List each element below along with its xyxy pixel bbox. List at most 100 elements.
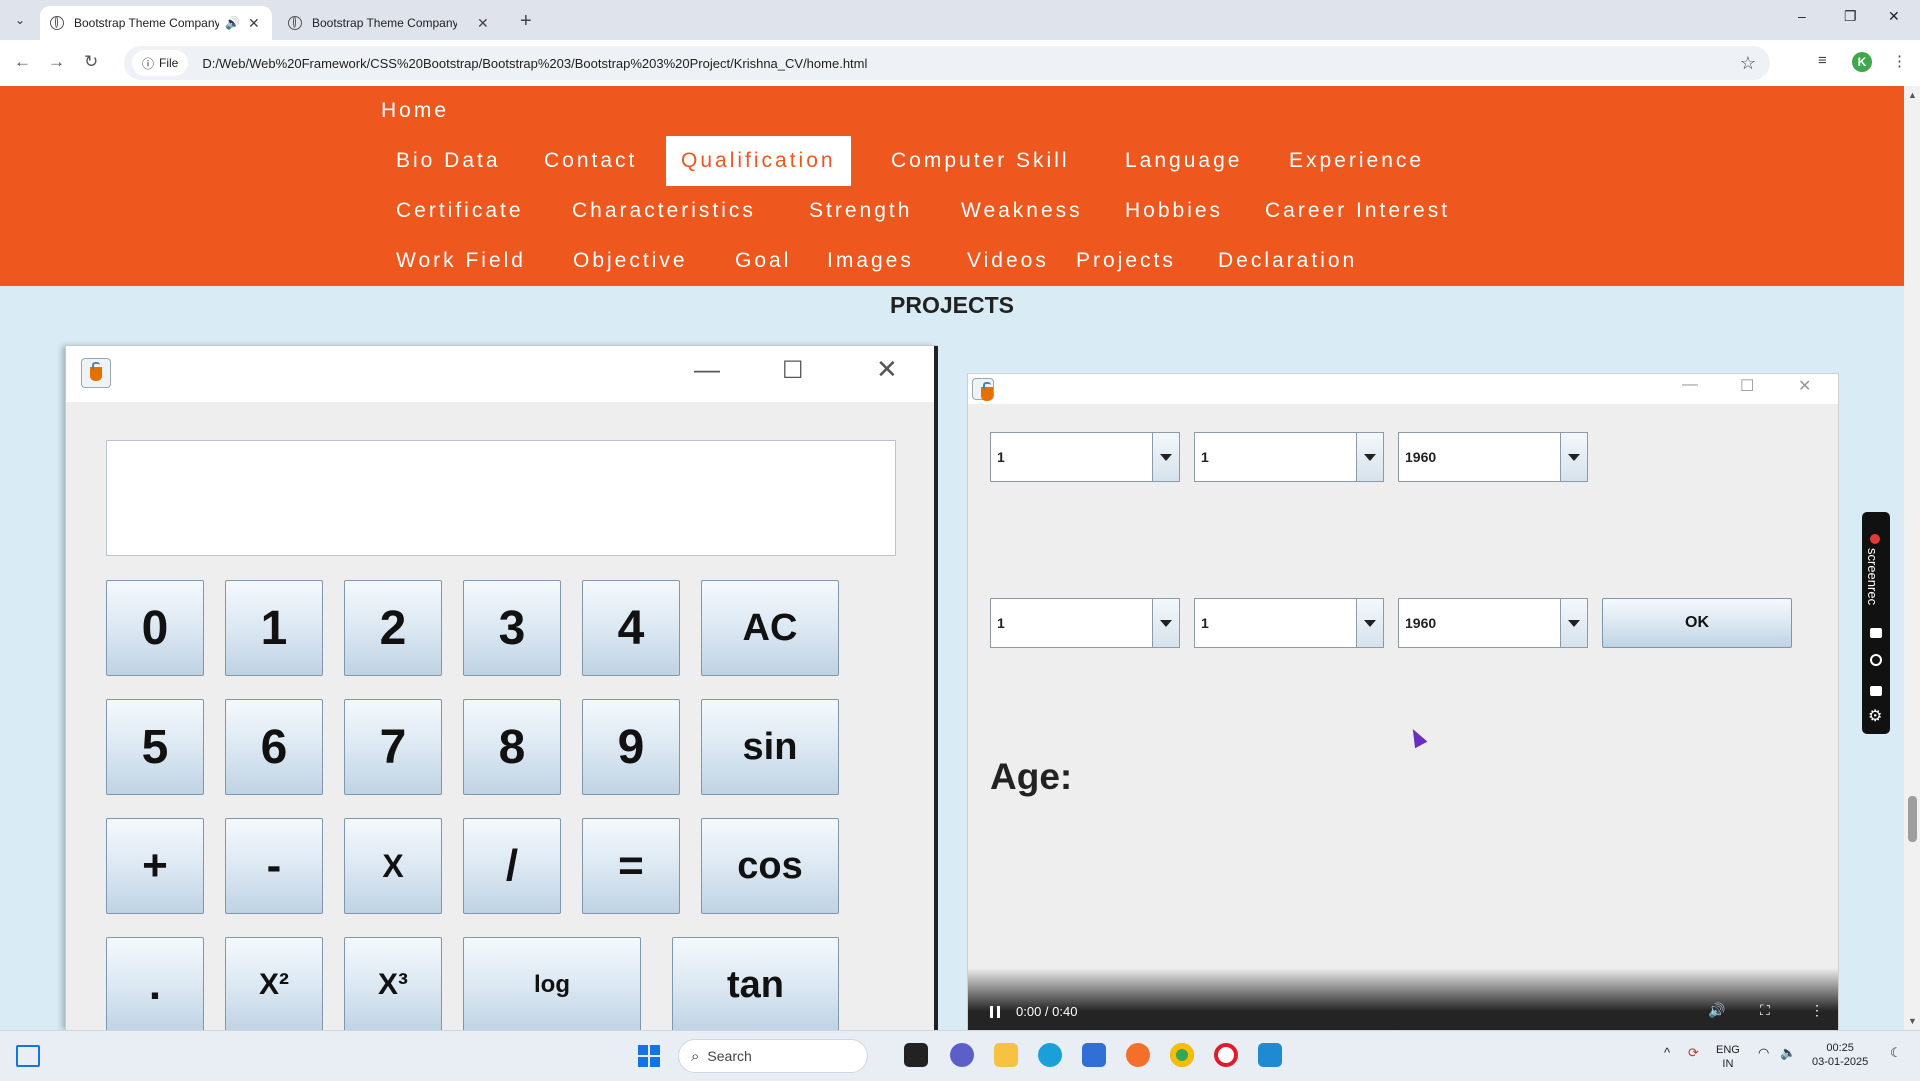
key-3[interactable]: 3 xyxy=(463,580,561,676)
nav-declaration[interactable]: Declaration xyxy=(1203,236,1372,286)
screen-icon[interactable] xyxy=(1870,686,1882,696)
key-square[interactable]: X² xyxy=(225,937,323,1030)
reload-icon[interactable]: ↻ xyxy=(84,52,98,72)
page-scrollbar[interactable]: ▲ ▼ xyxy=(1904,86,1920,1030)
new-tab-button[interactable]: + xyxy=(520,10,532,33)
birth-year-select[interactable]: 1960 xyxy=(1398,432,1588,482)
key-ac[interactable]: AC xyxy=(701,580,839,676)
age-close-icon[interactable]: ✕ xyxy=(1798,376,1811,396)
gear-icon[interactable]: ⚙ xyxy=(1868,706,1882,726)
nav-hobbies[interactable]: Hobbies xyxy=(1110,186,1238,236)
forward-arrow-icon[interactable]: → xyxy=(48,52,65,72)
nav-projects[interactable]: Projects xyxy=(1061,236,1191,286)
key-minus[interactable]: - xyxy=(225,818,323,914)
nav-strength[interactable]: Strength xyxy=(794,186,927,236)
key-divide[interactable]: / xyxy=(463,818,561,914)
key-plus[interactable]: + xyxy=(106,818,204,914)
opera-icon[interactable] xyxy=(1214,1043,1238,1067)
key-log[interactable]: log xyxy=(463,937,641,1030)
key-decimal[interactable]: . xyxy=(106,937,204,1030)
file-explorer-icon[interactable] xyxy=(994,1043,1018,1067)
more-options-icon[interactable]: ⋮ xyxy=(1810,1002,1824,1019)
scroll-down-icon[interactable]: ▼ xyxy=(1908,1016,1917,1026)
task-view-icon[interactable] xyxy=(904,1043,928,1067)
key-multiply[interactable]: X xyxy=(344,818,442,914)
taskbar-search[interactable]: ⌕ Search xyxy=(678,1039,868,1073)
volume-icon[interactable]: 🔈 xyxy=(1780,1045,1796,1061)
birth-day-select[interactable]: 1 xyxy=(990,432,1180,482)
tab-1[interactable]: Bootstrap Theme Company 🔊 ✕ xyxy=(40,6,272,40)
record-icon[interactable] xyxy=(1870,534,1880,544)
calculator-close-icon[interactable]: ✕ xyxy=(876,354,898,385)
scroll-thumb[interactable] xyxy=(1908,796,1917,842)
store-icon[interactable] xyxy=(1082,1043,1106,1067)
key-6[interactable]: 6 xyxy=(225,699,323,795)
site-info-button[interactable]: ⓘ File xyxy=(132,50,189,76)
nav-home[interactable]: Home xyxy=(366,86,464,136)
key-4[interactable]: 4 xyxy=(582,580,680,676)
profile-avatar[interactable]: K xyxy=(1852,52,1872,72)
key-tan[interactable]: tan xyxy=(672,937,839,1030)
language-indicator[interactable]: ENG IN xyxy=(1716,1043,1740,1071)
nav-computer-skill[interactable]: Computer Skill xyxy=(876,136,1085,186)
calculator-display[interactable] xyxy=(106,440,896,556)
chevron-down-icon[interactable] xyxy=(1560,599,1587,647)
key-equals[interactable]: = xyxy=(582,818,680,914)
nav-images[interactable]: Images xyxy=(812,236,929,286)
current-day-select[interactable]: 1 xyxy=(990,598,1180,648)
tab-1-close-icon[interactable]: ✕ xyxy=(248,15,260,32)
nav-career-interest[interactable]: Career Interest xyxy=(1250,186,1465,236)
firefox-icon[interactable] xyxy=(1126,1043,1150,1067)
bookmark-star-icon[interactable]: ☆ xyxy=(1740,53,1756,74)
nav-language[interactable]: Language xyxy=(1110,136,1257,186)
menu-icon[interactable]: ⋮ xyxy=(1892,52,1907,70)
window-restore-button[interactable]: ❐ xyxy=(1844,8,1857,25)
address-bar[interactable]: ⓘ File D:/Web/Web%20Framework/CSS%20Boot… xyxy=(124,46,1770,80)
url-text[interactable]: D:/Web/Web%20Framework/CSS%20Bootstrap/B… xyxy=(202,56,867,71)
pause-icon[interactable] xyxy=(990,1006,1000,1018)
nav-bio-data[interactable]: Bio Data xyxy=(381,136,516,186)
window-close-button[interactable]: ✕ xyxy=(1888,8,1900,25)
current-month-select[interactable]: 1 xyxy=(1194,598,1384,648)
volume-icon[interactable]: 🔊 xyxy=(1708,1002,1725,1019)
timer-icon[interactable] xyxy=(1870,654,1882,666)
key-sin[interactable]: sin xyxy=(701,699,839,795)
calculator-minimize-icon[interactable]: — xyxy=(694,354,720,385)
nav-experience[interactable]: Experience xyxy=(1274,136,1439,186)
age-maximize-icon[interactable]: ☐ xyxy=(1740,376,1754,396)
sync-icon[interactable]: ⟳ xyxy=(1688,1045,1699,1061)
chevron-down-icon[interactable] xyxy=(1356,599,1383,647)
windows-start-icon[interactable] xyxy=(638,1045,660,1067)
chrome-icon[interactable] xyxy=(1170,1043,1194,1067)
current-year-select[interactable]: 1960 xyxy=(1398,598,1588,648)
nav-weakness[interactable]: Weakness xyxy=(946,186,1098,236)
wifi-icon[interactable]: ◠ xyxy=(1758,1045,1769,1061)
media-control-icon[interactable]: ≡ xyxy=(1818,52,1827,69)
nav-certificate[interactable]: Certificate xyxy=(381,186,539,236)
camera-icon[interactable] xyxy=(1870,628,1882,638)
nav-work-field[interactable]: Work Field xyxy=(381,236,541,286)
calculator-maximize-icon[interactable]: ☐ xyxy=(782,356,804,385)
nav-qualification[interactable]: Qualification xyxy=(666,136,851,186)
key-8[interactable]: 8 xyxy=(463,699,561,795)
chevron-down-icon[interactable] xyxy=(1152,433,1179,481)
nav-characteristics[interactable]: Characteristics xyxy=(557,186,771,236)
key-0[interactable]: 0 xyxy=(106,580,204,676)
nav-goal[interactable]: Goal xyxy=(720,236,806,286)
key-cube[interactable]: X³ xyxy=(344,937,442,1030)
nav-objective[interactable]: Objective xyxy=(558,236,703,286)
age-minimize-icon[interactable]: — xyxy=(1682,376,1698,394)
window-minimize-button[interactable]: – xyxy=(1798,8,1806,24)
key-9[interactable]: 9 xyxy=(582,699,680,795)
tab-2[interactable]: Bootstrap Theme Company Pa ✕ xyxy=(278,6,510,40)
scroll-up-icon[interactable]: ▲ xyxy=(1908,90,1917,100)
nav-contact[interactable]: Contact xyxy=(529,136,652,186)
clock[interactable]: 00:25 03-01-2025 xyxy=(1812,1041,1868,1069)
fullscreen-icon[interactable]: ⛶ xyxy=(1760,1002,1770,1019)
speaker-icon[interactable]: 🔊 xyxy=(225,16,240,30)
chevron-up-icon[interactable]: ^ xyxy=(1664,1045,1670,1060)
key-5[interactable]: 5 xyxy=(106,699,204,795)
nav-videos[interactable]: Videos xyxy=(952,236,1064,286)
key-cos[interactable]: cos xyxy=(701,818,839,914)
notification-icon[interactable]: ☾ xyxy=(1890,1045,1902,1061)
